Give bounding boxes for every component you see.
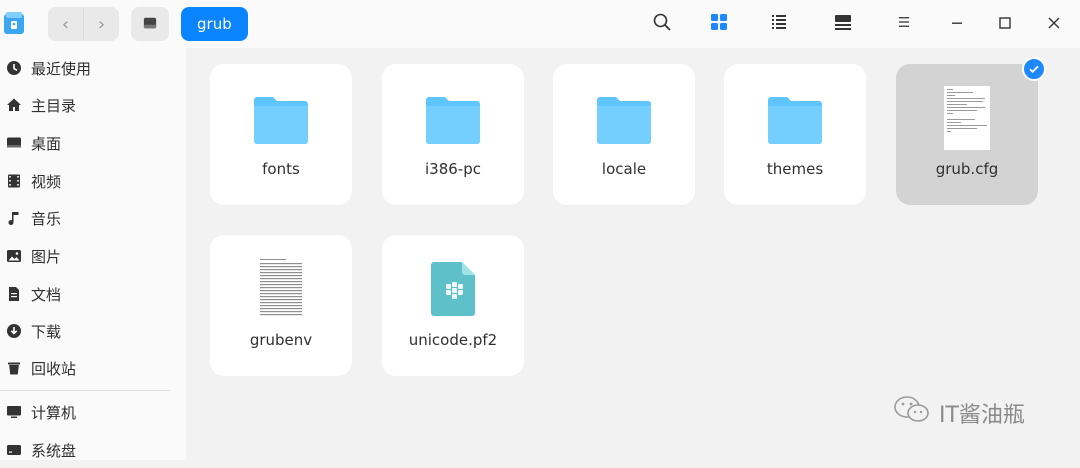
sidebar-item-desktop[interactable]: 桌面 <box>0 125 186 161</box>
sidebar-item-home[interactable]: 主目录 <box>0 87 186 123</box>
close-button[interactable] <box>1042 12 1066 36</box>
sidebar-item-pictures[interactable]: 图片 <box>0 238 186 274</box>
detail-view-icon <box>834 13 852 35</box>
maximize-icon <box>998 15 1012 34</box>
menu-icon <box>896 14 912 34</box>
file-name: grub.cfg <box>935 160 999 178</box>
history-nav: ‹ › <box>48 7 119 41</box>
file-item[interactable]: i386-pc <box>382 64 524 205</box>
list-view-button[interactable] <box>767 12 791 36</box>
search-icon <box>652 12 672 36</box>
file-name: grubenv <box>249 331 313 349</box>
close-icon <box>1047 15 1061 34</box>
image-icon <box>5 247 23 265</box>
file-name: i386-pc <box>425 160 481 178</box>
sidebar-item-videos[interactable]: 视频 <box>0 163 186 199</box>
document-icon <box>5 285 23 303</box>
folder-icon <box>210 86 352 150</box>
sidebar-item-label: 计算机 <box>31 403 77 422</box>
chevron-right-icon: › <box>97 13 106 35</box>
computer-icon <box>5 403 23 421</box>
main-menu-button[interactable] <box>892 12 916 36</box>
sidebar-item-system-disk[interactable]: 系统盘 <box>0 432 186 468</box>
font-file-icon <box>382 257 524 321</box>
file-name: themes <box>766 160 824 178</box>
file-item-selected[interactable]: grub.cfg <box>896 64 1038 205</box>
clock-icon <box>5 59 23 77</box>
text-file-thumbnail-icon <box>210 257 352 321</box>
music-icon <box>5 209 23 227</box>
folder-icon <box>724 86 866 150</box>
trash-icon <box>5 359 23 377</box>
sidebar: 最近使用 主目录 桌面 视频 音乐 图片 文档 下载 回收站 计算机 系统盘 <box>0 0 186 460</box>
video-icon <box>5 172 23 190</box>
file-name: unicode.pf2 <box>408 331 498 349</box>
disk-icon <box>143 15 157 34</box>
desktop-icon <box>5 134 23 152</box>
home-icon <box>5 96 23 114</box>
back-button[interactable]: ‹ <box>48 7 83 41</box>
sidebar-divider <box>0 390 170 391</box>
sidebar-item-music[interactable]: 音乐 <box>0 200 186 236</box>
folder-icon <box>553 86 695 150</box>
sidebar-item-label: 系统盘 <box>31 441 77 460</box>
sidebar-item-label: 音乐 <box>31 209 62 228</box>
file-item[interactable]: locale <box>553 64 695 205</box>
icon-view-icon <box>710 13 728 35</box>
maximize-button[interactable] <box>993 12 1017 36</box>
disk-icon <box>5 441 23 459</box>
watermark-text: IT酱油瓶 <box>939 403 1025 428</box>
folder-icon <box>382 86 524 150</box>
sidebar-item-trash[interactable]: 回收站 <box>0 350 186 386</box>
file-item[interactable]: unicode.pf2 <box>382 235 524 376</box>
sidebar-item-label: 下载 <box>31 322 62 341</box>
selected-check-icon <box>1022 57 1046 81</box>
icon-view-button[interactable] <box>707 12 731 36</box>
sidebar-item-label: 文档 <box>31 285 62 304</box>
wechat-icon <box>893 394 931 432</box>
minimize-button[interactable] <box>945 12 969 36</box>
file-name: fonts <box>262 160 300 178</box>
sidebar-item-computer[interactable]: 计算机 <box>0 394 186 430</box>
download-icon <box>5 322 23 340</box>
watermark: IT酱油瓶 <box>893 393 1025 433</box>
sidebar-item-label: 主目录 <box>31 96 77 115</box>
breadcrumb-root-button[interactable] <box>131 7 169 41</box>
list-view-icon <box>770 13 788 35</box>
text-file-thumbnail-icon <box>896 86 1038 150</box>
minimize-icon <box>950 15 964 34</box>
detail-view-button[interactable] <box>831 12 855 36</box>
file-name: locale <box>601 160 647 178</box>
sidebar-item-label: 回收站 <box>31 359 77 378</box>
sidebar-item-recent[interactable]: 最近使用 <box>0 50 186 86</box>
sidebar-item-downloads[interactable]: 下载 <box>0 313 186 349</box>
forward-button[interactable]: › <box>83 7 119 41</box>
sidebar-item-documents[interactable]: 文档 <box>0 276 186 312</box>
search-button[interactable] <box>650 12 674 36</box>
file-item[interactable]: grubenv <box>210 235 352 376</box>
sidebar-item-label: 桌面 <box>31 134 62 153</box>
sidebar-item-label: 最近使用 <box>31 59 92 78</box>
sidebar-item-label: 视频 <box>31 172 62 191</box>
sidebar-item-label: 图片 <box>31 247 62 266</box>
file-item[interactable]: themes <box>724 64 866 205</box>
breadcrumb-current[interactable]: grub <box>181 7 248 41</box>
file-manager-app-icon <box>3 11 25 35</box>
chevron-left-icon: ‹ <box>61 13 70 35</box>
file-item[interactable]: fonts <box>210 64 352 205</box>
